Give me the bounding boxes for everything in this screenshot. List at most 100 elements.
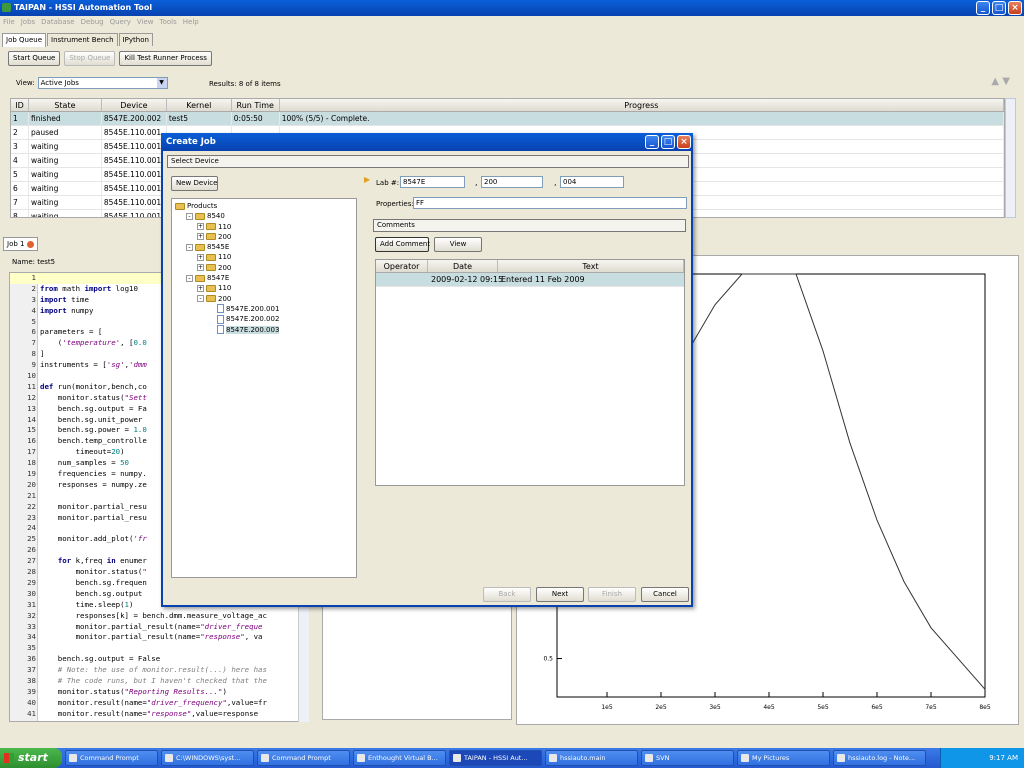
- expand-icon[interactable]: +: [197, 284, 204, 292]
- tree-node[interactable]: - 200: [172, 294, 356, 304]
- col-date[interactable]: Date: [428, 260, 498, 272]
- collapse-icon[interactable]: -: [186, 274, 193, 282]
- tree-node[interactable]: +110: [172, 283, 356, 293]
- cancel-button[interactable]: Cancel: [641, 587, 689, 602]
- back-button[interactable]: Back: [483, 587, 531, 602]
- stop-queue-button[interactable]: Stop Queue: [64, 51, 116, 66]
- menu-query[interactable]: Query: [110, 16, 131, 28]
- col-device[interactable]: Device: [102, 99, 167, 111]
- menu-tools[interactable]: Tools: [160, 16, 177, 28]
- tree-node[interactable]: +110: [172, 222, 356, 232]
- view-select[interactable]: Active Jobs ▼: [37, 77, 168, 89]
- tree-node[interactable]: 8547E.200.001: [172, 304, 356, 314]
- col-text[interactable]: Text: [498, 260, 684, 272]
- tree-node[interactable]: 8547E.200.002: [172, 314, 356, 324]
- finish-button[interactable]: Finish: [588, 587, 636, 602]
- line-number: 9: [31, 360, 36, 370]
- taskbar-button[interactable]: hssiauto.log - Note...: [833, 750, 926, 766]
- col-state[interactable]: State: [29, 99, 102, 111]
- menu-jobs[interactable]: Jobs: [21, 16, 35, 28]
- tree-node-label: 110: [218, 253, 232, 262]
- collapse-icon[interactable]: -: [186, 212, 193, 220]
- arrow-up-icon[interactable]: ▲: [991, 76, 999, 87]
- folder-icon: [206, 233, 216, 241]
- job-table-scrollbar[interactable]: [1005, 98, 1016, 218]
- tab-ipython[interactable]: IPython: [118, 33, 153, 46]
- splitter-arrow-icon[interactable]: ▶: [364, 175, 370, 184]
- menu-debug[interactable]: Debug: [81, 16, 104, 28]
- job-table-header: ID State Device Kernel Run Time Progress: [11, 99, 1004, 112]
- taskbar-button[interactable]: SVN: [641, 750, 734, 766]
- minimize-button[interactable]: _: [976, 1, 990, 15]
- view-comment-button[interactable]: View: [434, 237, 482, 252]
- kill-test-runner-button[interactable]: Kill Test Runner Process: [119, 51, 212, 66]
- collapse-icon[interactable]: -: [197, 295, 204, 303]
- menu-database[interactable]: Database: [41, 16, 74, 28]
- line-number: 39: [27, 686, 36, 696]
- col-id[interactable]: ID: [11, 99, 29, 111]
- code-text: responses = numpy.ze: [40, 479, 147, 489]
- taskbar-button[interactable]: TAIPAN - HSSI Aut...: [449, 750, 542, 766]
- lab-product-field[interactable]: 8547E: [400, 176, 465, 188]
- line-number: 22: [27, 501, 36, 511]
- expand-icon[interactable]: +: [197, 253, 204, 261]
- tree-node-label: 110: [218, 222, 232, 231]
- comment-row[interactable]: 2009-02-12 09:15 Entered 11 Feb 2009: [376, 273, 684, 287]
- properties-field[interactable]: FF: [413, 197, 687, 209]
- tree-node[interactable]: Products: [172, 201, 356, 211]
- app-icon: [741, 754, 749, 762]
- code-text: monitor.status("Reporting Results..."): [40, 686, 227, 696]
- new-device-button[interactable]: New Device: [171, 176, 218, 191]
- close-tab-icon[interactable]: [27, 240, 35, 248]
- tree-node[interactable]: +200: [172, 263, 356, 273]
- menu-file[interactable]: File: [3, 16, 15, 28]
- dialog-minimize-button[interactable]: _: [645, 135, 659, 149]
- dialog-close-button[interactable]: ×: [677, 135, 691, 149]
- tree-node[interactable]: 8547E.200.003: [172, 325, 356, 335]
- col-kernel[interactable]: Kernel: [167, 99, 232, 111]
- taskbar-button[interactable]: C:\WINDOWS\syst...: [161, 750, 254, 766]
- device-tree[interactable]: Products -8540 +110 +200-8545E +110 +200-8547…: [171, 198, 357, 578]
- col-progress[interactable]: Progress: [280, 99, 1004, 111]
- chevron-down-icon: ▼: [156, 78, 167, 88]
- maximize-button[interactable]: □: [992, 1, 1006, 15]
- expand-icon[interactable]: +: [197, 264, 204, 272]
- taskbar-button[interactable]: Command Prompt: [65, 750, 158, 766]
- taskbar-button[interactable]: Command Prompt: [257, 750, 350, 766]
- arrow-down-icon[interactable]: ▼: [1002, 76, 1010, 87]
- tab-job-queue[interactable]: Job Queue: [2, 33, 47, 47]
- menu-view[interactable]: View: [137, 16, 154, 28]
- tab-instrument-bench[interactable]: Instrument Bench: [47, 33, 118, 46]
- col-run-time[interactable]: Run Time: [232, 99, 280, 111]
- next-button[interactable]: Next: [536, 587, 584, 602]
- tree-node[interactable]: - 8540: [172, 211, 356, 221]
- close-button[interactable]: ×: [1008, 1, 1022, 15]
- job-id: 3: [11, 140, 29, 153]
- expand-icon[interactable]: +: [197, 233, 204, 241]
- job-run-time: 0:05:50: [232, 112, 280, 125]
- tab-job-1[interactable]: Job 1: [3, 237, 39, 251]
- taskbar-button[interactable]: Enthought Virtual B...: [353, 750, 446, 766]
- start-queue-button[interactable]: Start Queue: [8, 51, 61, 66]
- tree-node-label: 110: [218, 284, 232, 293]
- line-number: 40: [27, 697, 36, 707]
- lab-rev-field[interactable]: 200: [481, 176, 543, 188]
- dialog-maximize-button[interactable]: □: [661, 135, 675, 149]
- tree-node[interactable]: - 8545E: [172, 242, 356, 252]
- x-tick-label: 6e5: [871, 704, 883, 711]
- tree-node[interactable]: +200: [172, 232, 356, 242]
- table-row[interactable]: 1 finished 8547E.200.002 test5 0:05:50 100% (…: [11, 112, 1004, 126]
- menu-help[interactable]: Help: [183, 16, 199, 28]
- collapse-icon[interactable]: -: [186, 243, 193, 251]
- taskbar-button[interactable]: My Pictures: [737, 750, 830, 766]
- tree-node[interactable]: - 8547E: [172, 273, 356, 283]
- expand-icon[interactable]: +: [197, 223, 204, 231]
- start-button[interactable]: start: [0, 748, 62, 768]
- job-device: 8545E.110.001: [102, 140, 167, 153]
- taskbar-button[interactable]: hssiauto.main: [545, 750, 638, 766]
- job-device: 8545E.110.001: [102, 154, 167, 167]
- add-comment-button[interactable]: Add Comment: [375, 237, 430, 252]
- tree-node[interactable]: +110: [172, 252, 356, 262]
- col-operator[interactable]: Operator: [376, 260, 428, 272]
- lab-serial-field[interactable]: 004: [560, 176, 624, 188]
